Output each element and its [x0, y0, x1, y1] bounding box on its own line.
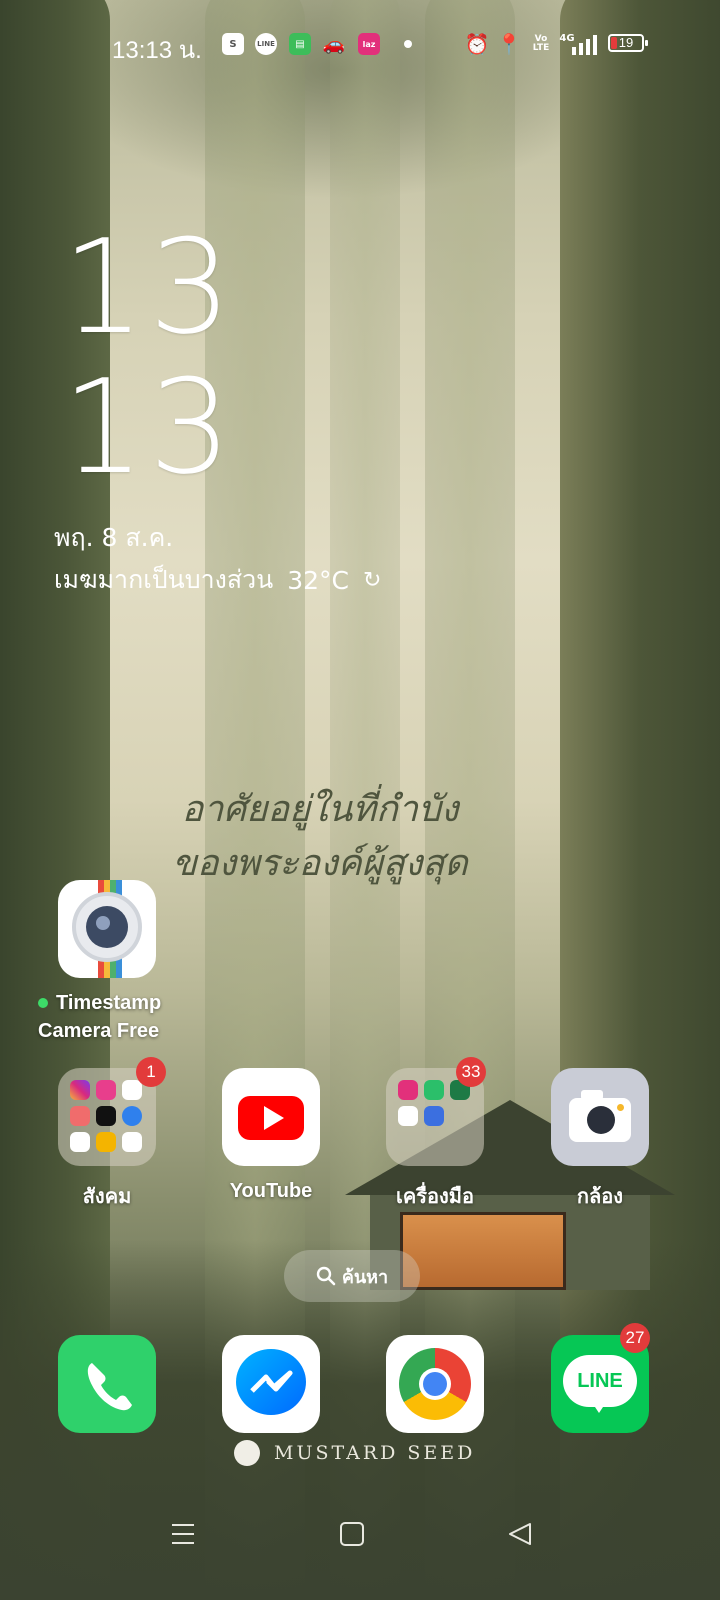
home-icon: [340, 1522, 364, 1546]
app-icon: [424, 1080, 444, 1100]
tools-folder-badge: 33: [456, 1057, 486, 1087]
line-bubble-tail: [591, 1401, 607, 1413]
clock-hour[interactable]: 13: [62, 222, 235, 352]
photos-icon: [96, 1132, 116, 1152]
timestamp-camera-label-line1: Timestamp: [56, 992, 162, 1014]
google-assistant-icon: [122, 1080, 142, 1100]
camera-top: [581, 1090, 603, 1100]
social-folder-badge: 1: [136, 1057, 166, 1087]
phone-icon[interactable]: [58, 1335, 156, 1433]
status-bar[interactable]: 13:13 น. S LINE ▤ 🚗 laz ⏰ 📍 Vo LTE 4G 19: [0, 0, 720, 90]
chrome-center: [423, 1372, 447, 1396]
hut-window: [400, 1212, 566, 1290]
camera-lens: [587, 1106, 615, 1134]
menu-button[interactable]: [153, 1512, 213, 1556]
timestamp-camera-label-line2: Camera Free: [38, 1020, 160, 1042]
messenger-icon[interactable]: [222, 1335, 320, 1433]
refresh-icon[interactable]: ↻: [363, 568, 381, 593]
location-icon: 📍: [496, 32, 522, 56]
line-badge: 27: [620, 1323, 650, 1353]
weather-temperature: 32°C: [287, 565, 350, 595]
lazada-icon: [398, 1080, 418, 1100]
line-icon: LINE: [255, 33, 277, 55]
brand-text: MUSTARD SEED: [274, 1442, 476, 1464]
chrome-icon[interactable]: [386, 1335, 484, 1433]
menu-icon: [172, 1524, 194, 1544]
search-icon: [316, 1266, 336, 1286]
home-button[interactable]: [322, 1512, 382, 1556]
lazada-icon: laz: [358, 33, 380, 55]
browser-icon: [122, 1106, 142, 1126]
messages-icon: ▤: [289, 33, 311, 55]
search-bar[interactable]: ค้นหา: [284, 1250, 420, 1302]
signal-icon: [572, 35, 597, 55]
play-icon: [264, 1106, 284, 1130]
camera-icon[interactable]: [551, 1068, 649, 1166]
wallpaper-brand: MUSTARD SEED: [234, 1440, 475, 1466]
status-time: 13:13 น.: [112, 37, 202, 64]
youtube-label: YouTube: [229, 1180, 313, 1202]
tools-folder-label: เครื่องมือ: [396, 1186, 474, 1208]
car-icon: 🚗: [322, 33, 346, 55]
date-text[interactable]: พฤ. 8 ส.ค.: [54, 518, 173, 558]
instagram-icon: [70, 1080, 90, 1100]
volte-icon: Vo LTE: [532, 34, 550, 53]
new-install-dot: [38, 998, 48, 1008]
weather-widget[interactable]: เมฆมากเป็นบางส่วน 32°C ↻: [54, 560, 381, 600]
battery-percent: 19: [618, 35, 634, 50]
back-button[interactable]: [490, 1512, 550, 1556]
app-icon: [424, 1106, 444, 1126]
wallpaper-quote-line1: อาศัยอยู่ในที่กำบัง: [181, 789, 459, 830]
weather-condition: เมฆมากเป็นบางส่วน: [54, 565, 274, 594]
search-label: ค้นหา: [341, 1266, 389, 1287]
line-bubble: LINE: [563, 1355, 637, 1407]
more-notifications-dot: [404, 40, 412, 48]
seed-icon: [234, 1440, 260, 1466]
phone-handset-icon: [87, 1363, 132, 1411]
paint-icon: [70, 1106, 90, 1126]
alarm-icon: ⏰: [464, 32, 490, 56]
timestamp-camera-icon[interactable]: [58, 880, 156, 978]
google-lens-icon: [70, 1132, 90, 1152]
battery-level: [611, 37, 617, 49]
play-store-icon: [122, 1132, 142, 1152]
battery-icon: 19: [608, 34, 648, 52]
back-icon: [509, 1523, 531, 1545]
youtube-icon[interactable]: [222, 1068, 320, 1166]
camera-app-icon: [96, 1106, 116, 1126]
shopee-icon: S: [222, 33, 244, 55]
foodpanda-icon: [96, 1080, 116, 1100]
messenger-bolt-icon: [250, 1370, 293, 1393]
clock-minute[interactable]: 13: [62, 362, 235, 492]
camera-flash: [617, 1104, 624, 1111]
calendar-icon: [398, 1106, 418, 1126]
camera-label: กล้อง: [576, 1186, 624, 1208]
camera-lens-glare: [96, 916, 110, 930]
social-folder-label: สังคม: [82, 1186, 132, 1208]
